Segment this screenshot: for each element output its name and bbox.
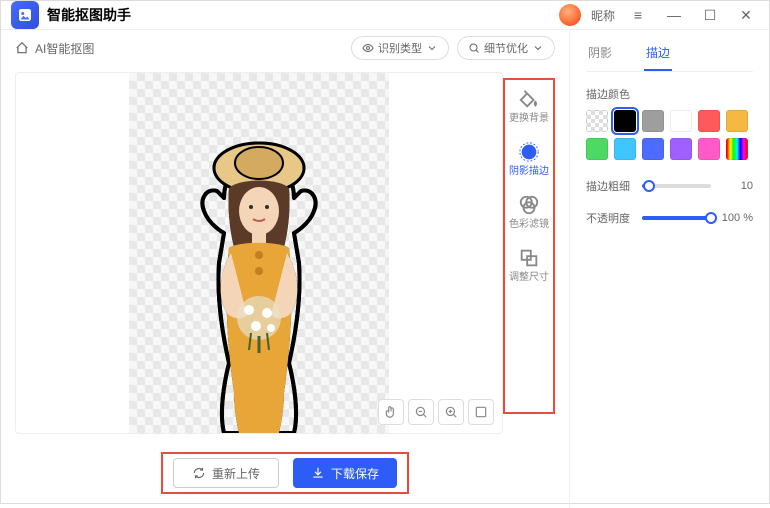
refresh-icon <box>192 466 206 480</box>
tool-color-filter[interactable]: 色彩滤镜 <box>505 190 553 235</box>
avatar[interactable] <box>559 4 581 26</box>
chevron-down-icon <box>532 42 544 54</box>
chevron-down-icon <box>426 42 438 54</box>
color-swatch[interactable] <box>698 110 720 132</box>
eye-icon <box>362 42 374 54</box>
recognize-type-button[interactable]: 识别类型 <box>351 36 449 60</box>
color-swatch[interactable] <box>614 110 636 132</box>
fit-screen-icon[interactable] <box>468 399 494 425</box>
title-bar: 智能抠图助手 昵称 ≡ — ☐ ✕ <box>1 1 769 30</box>
bucket-icon <box>518 88 540 110</box>
download-icon <box>311 466 325 480</box>
thickness-label: 描边粗细 <box>586 178 634 194</box>
stroke-color-swatches <box>586 110 753 160</box>
tool-shadow-stroke[interactable]: 阴影描边 <box>505 137 553 182</box>
tab-shadow[interactable]: 阴影 <box>586 38 614 71</box>
zoom-out-icon[interactable] <box>408 399 434 425</box>
maximize-button[interactable]: ☐ <box>697 2 723 28</box>
color-swatch[interactable] <box>726 138 748 160</box>
color-swatch[interactable] <box>670 110 692 132</box>
color-swatch[interactable] <box>670 138 692 160</box>
minimize-button[interactable]: — <box>661 2 687 28</box>
color-swatch[interactable] <box>726 110 748 132</box>
properties-panel: 阴影 描边 描边颜色 描边粗细 10 不透明度 100 % <box>569 30 769 508</box>
opacity-label: 不透明度 <box>586 210 634 226</box>
hand-tool-icon[interactable] <box>378 399 404 425</box>
canvas[interactable] <box>16 73 502 433</box>
color-swatch[interactable] <box>614 138 636 160</box>
detail-optimize-button[interactable]: 细节优化 <box>457 36 555 60</box>
color-swatch[interactable] <box>586 110 608 132</box>
nickname[interactable]: 昵称 <box>591 7 615 24</box>
thickness-value: 10 <box>719 180 753 192</box>
color-swatch[interactable] <box>586 138 608 160</box>
app-logo <box>11 1 39 29</box>
breadcrumb[interactable]: AI智能抠图 <box>15 40 94 57</box>
app-title: 智能抠图助手 <box>47 5 131 25</box>
subject-image <box>169 133 349 433</box>
action-buttons: 重新上传 下载保存 <box>161 452 409 494</box>
zoom-in-icon[interactable] <box>438 399 464 425</box>
color-swatch[interactable] <box>642 138 664 160</box>
tool-column: 更换背景 阴影描边 色彩滤镜 调整尺寸 <box>503 78 555 414</box>
thickness-slider[interactable] <box>642 184 711 188</box>
breadcrumb-label: AI智能抠图 <box>35 40 94 57</box>
canvas-wrapper <box>15 72 503 434</box>
color-swatch[interactable] <box>698 138 720 160</box>
circle-icon <box>518 141 540 163</box>
tab-stroke[interactable]: 描边 <box>644 38 672 71</box>
close-button[interactable]: ✕ <box>733 2 759 28</box>
reupload-button[interactable]: 重新上传 <box>173 458 279 488</box>
magnify-icon <box>468 42 480 54</box>
tool-change-bg[interactable]: 更换背景 <box>505 84 553 129</box>
opacity-value: 100 % <box>719 212 753 224</box>
opacity-slider[interactable] <box>642 216 711 220</box>
resize-icon <box>518 247 540 269</box>
tool-resize[interactable]: 调整尺寸 <box>505 243 553 288</box>
transparent-bg <box>129 73 389 433</box>
home-icon <box>15 41 29 55</box>
stroke-color-label: 描边颜色 <box>586 86 753 102</box>
menu-icon[interactable]: ≡ <box>625 2 651 28</box>
download-save-button[interactable]: 下载保存 <box>293 458 397 488</box>
color-swatch[interactable] <box>642 110 664 132</box>
venn-icon <box>518 194 540 216</box>
